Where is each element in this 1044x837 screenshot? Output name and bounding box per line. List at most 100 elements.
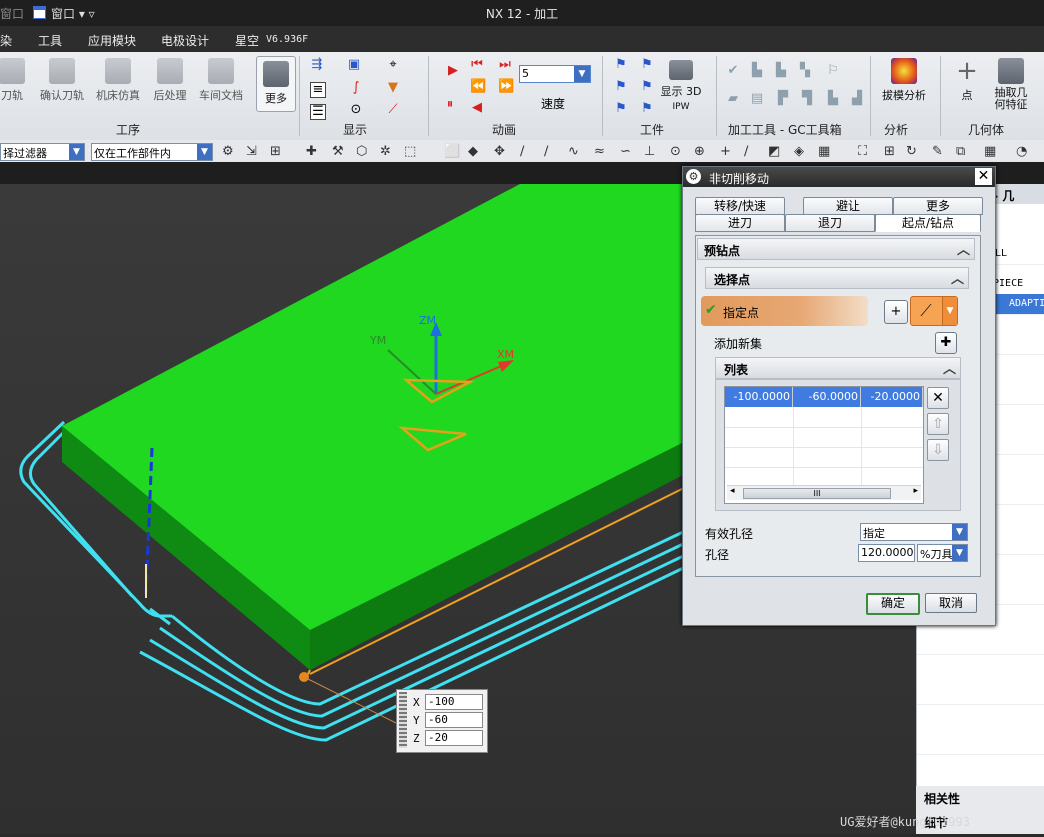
z-coordinate-input[interactable]: -20 [425, 730, 483, 746]
close-icon[interactable]: ✕ [975, 168, 992, 185]
step-forward-icon[interactable]: ⏭ [498, 58, 512, 72]
workpiece-flag5-icon[interactable]: ⚑ [614, 102, 628, 116]
gc-tool2-icon[interactable]: ▙ [774, 64, 788, 78]
zoom-fit-icon[interactable]: ⛶ [858, 144, 867, 159]
gc-mark4-icon[interactable]: ▟ [850, 92, 864, 106]
snap-center-icon[interactable]: ⊙ [670, 144, 681, 159]
snap-curve-icon[interactable]: ∿ [568, 144, 579, 159]
point-button[interactable]: + 点 [950, 58, 984, 103]
gc-flag-icon[interactable]: ⚐ [826, 64, 840, 78]
list-item[interactable] [917, 734, 1044, 755]
snap-line2-icon[interactable]: ∕ [544, 144, 548, 159]
speed-combo[interactable]: 5 ▼ [519, 65, 591, 83]
snap-perp-icon[interactable]: ⊥ [644, 144, 655, 159]
inferred-point-button[interactable]: ⟋ ▼ [910, 296, 958, 326]
fast-forward-icon[interactable]: ⏩ [498, 80, 514, 94]
dependencies-label[interactable]: 相关性 [924, 790, 960, 807]
rotate-icon[interactable]: ↻ [906, 144, 917, 159]
point-dialog-button[interactable]: + [884, 300, 908, 324]
predrill-section-header[interactable]: 预钻点 ︿ [697, 238, 975, 260]
toolpath-button[interactable]: 刀轨 [0, 58, 32, 103]
snap-wave-icon[interactable]: ≈ [594, 144, 605, 159]
display-snap-icon[interactable]: ⌖ [386, 58, 400, 72]
snap-hex-icon[interactable]: ⬡ [356, 144, 367, 159]
list-item[interactable] [917, 684, 1044, 705]
workpiece-flag2-icon[interactable]: ⚑ [640, 58, 654, 72]
add-set-button[interactable]: ✚ [935, 332, 957, 354]
workpiece-flag-icon[interactable]: ⚑ [614, 58, 628, 72]
display-line-icon[interactable]: ⟋ [386, 103, 400, 117]
display-box-icon[interactable]: ▣ [347, 58, 361, 72]
view-box-icon[interactable]: ⬜ [444, 144, 460, 159]
snap-diag-icon[interactable]: ∕ [744, 144, 748, 159]
list-section-header[interactable]: 列表 ︿ [715, 357, 961, 379]
tab-engage[interactable]: 进刀 [695, 214, 785, 232]
scroll-thumb[interactable]: III [743, 488, 891, 499]
snap-cross-icon[interactable]: + [720, 144, 731, 159]
display-tool-icon[interactable]: ⇶ [310, 58, 324, 72]
view-orient-icon[interactable]: ▦ [984, 144, 996, 159]
effective-hole-combo[interactable]: 指定 ▼ [860, 523, 968, 541]
rewind-icon[interactable]: ⏪ [470, 80, 486, 94]
dialog-title-bar[interactable]: ⚙ 非切削移动 ✕ [683, 167, 995, 187]
gear-icon[interactable]: ⚙ [686, 169, 701, 184]
extract-geometry-button[interactable]: 抽取几何特征 [988, 58, 1034, 111]
workpiece-flag6-icon[interactable]: ⚑ [640, 102, 654, 116]
snap-point-icon[interactable]: ✚ [306, 144, 317, 159]
tab-transfer[interactable]: 转移/快速 [695, 197, 785, 215]
move-up-button[interactable]: ⇧ [927, 413, 949, 435]
display-3d-ipw-button[interactable]: 显示 3D IPW [656, 60, 706, 112]
pencil-icon[interactable]: ✎ [932, 144, 943, 159]
tab-avoidance[interactable]: 避让 [803, 197, 893, 215]
cancel-button[interactable]: 取消 [925, 593, 977, 613]
snap-tool-icon[interactable]: ⚒ [332, 144, 344, 159]
display-target-icon[interactable]: ⊙ [349, 103, 363, 117]
tab-more[interactable]: 更多 [893, 197, 983, 215]
ok-button[interactable]: 确定 [866, 593, 920, 615]
part-top-face[interactable] [62, 184, 700, 630]
verify-toolpath-button[interactable]: 确认刀轨 [36, 58, 88, 103]
shop-doc-button[interactable]: 车间文档 [194, 58, 248, 103]
gc-doc-icon[interactable]: ▤ [750, 92, 764, 106]
x-coordinate-input[interactable]: -100 [425, 694, 483, 710]
gc-tool3-icon[interactable]: ▚ [798, 64, 812, 78]
layer-icon[interactable]: ⧉ [956, 144, 965, 159]
delete-point-button[interactable]: ✕ [927, 387, 949, 409]
display-list-icon[interactable]: ☰ [310, 104, 326, 120]
render-style-icon[interactable]: ◔ [1016, 144, 1027, 159]
menu-item-render[interactable]: 染 [0, 32, 12, 49]
snap-rect-icon[interactable]: ⬚ [404, 144, 416, 159]
move-down-button[interactable]: ⇩ [927, 439, 949, 461]
pause-icon[interactable]: ⏸ [443, 98, 457, 112]
gc-mark-icon[interactable]: ▛ [776, 92, 790, 106]
menu-item-app-modules[interactable]: 应用模块 [88, 32, 136, 49]
hole-diameter-unit-combo[interactable]: %刀具 ▼ [917, 544, 968, 562]
list-item[interactable] [917, 634, 1044, 655]
menu-item-electrode[interactable]: 电极设计 [161, 32, 209, 49]
hole-diameter-input[interactable]: 120.0000 [858, 544, 915, 562]
menu-item-xingkong[interactable]: 星空 [235, 32, 259, 49]
tab-retract[interactable]: 退刀 [785, 214, 875, 232]
display-curve-icon[interactable]: ∫ [349, 81, 363, 95]
snap-wave2-icon[interactable]: ∽ [620, 144, 631, 159]
display-brush-icon[interactable]: ▼ [386, 81, 400, 95]
filter-select-icon[interactable]: ⇲ [246, 144, 257, 159]
step-back-icon[interactable]: ⏮ [470, 58, 484, 72]
snap-line-icon[interactable]: ∕ [520, 144, 524, 159]
scope-filter-combo[interactable]: 仅在工作部件内 ▼ [91, 143, 213, 161]
snap-quad-icon[interactable]: ⊕ [694, 144, 705, 159]
tab-start-drill-points[interactable]: 起点/钻点 [875, 214, 981, 232]
postprocess-button[interactable]: 后处理 [148, 58, 192, 103]
gc-mark3-icon[interactable]: ▙ [826, 92, 840, 106]
scroll-right-icon[interactable]: ▸ [913, 486, 918, 496]
workpiece-flag3-icon[interactable]: ⚑ [614, 80, 628, 94]
gc-mark2-icon[interactable]: ▜ [800, 92, 814, 106]
view-cube-icon[interactable]: ◆ [468, 144, 478, 159]
y-coordinate-input[interactable]: -60 [425, 712, 483, 728]
snap-face-icon[interactable]: ◩ [768, 144, 780, 159]
scroll-left-icon[interactable]: ◂ [730, 486, 735, 496]
draft-analysis-button[interactable]: 拔模分析 [876, 58, 932, 103]
menu-item-tools[interactable]: 工具 [38, 32, 62, 49]
filter-settings-icon[interactable]: ⚙ [222, 144, 234, 159]
reverse-play-icon[interactable]: ◀ [470, 101, 484, 115]
